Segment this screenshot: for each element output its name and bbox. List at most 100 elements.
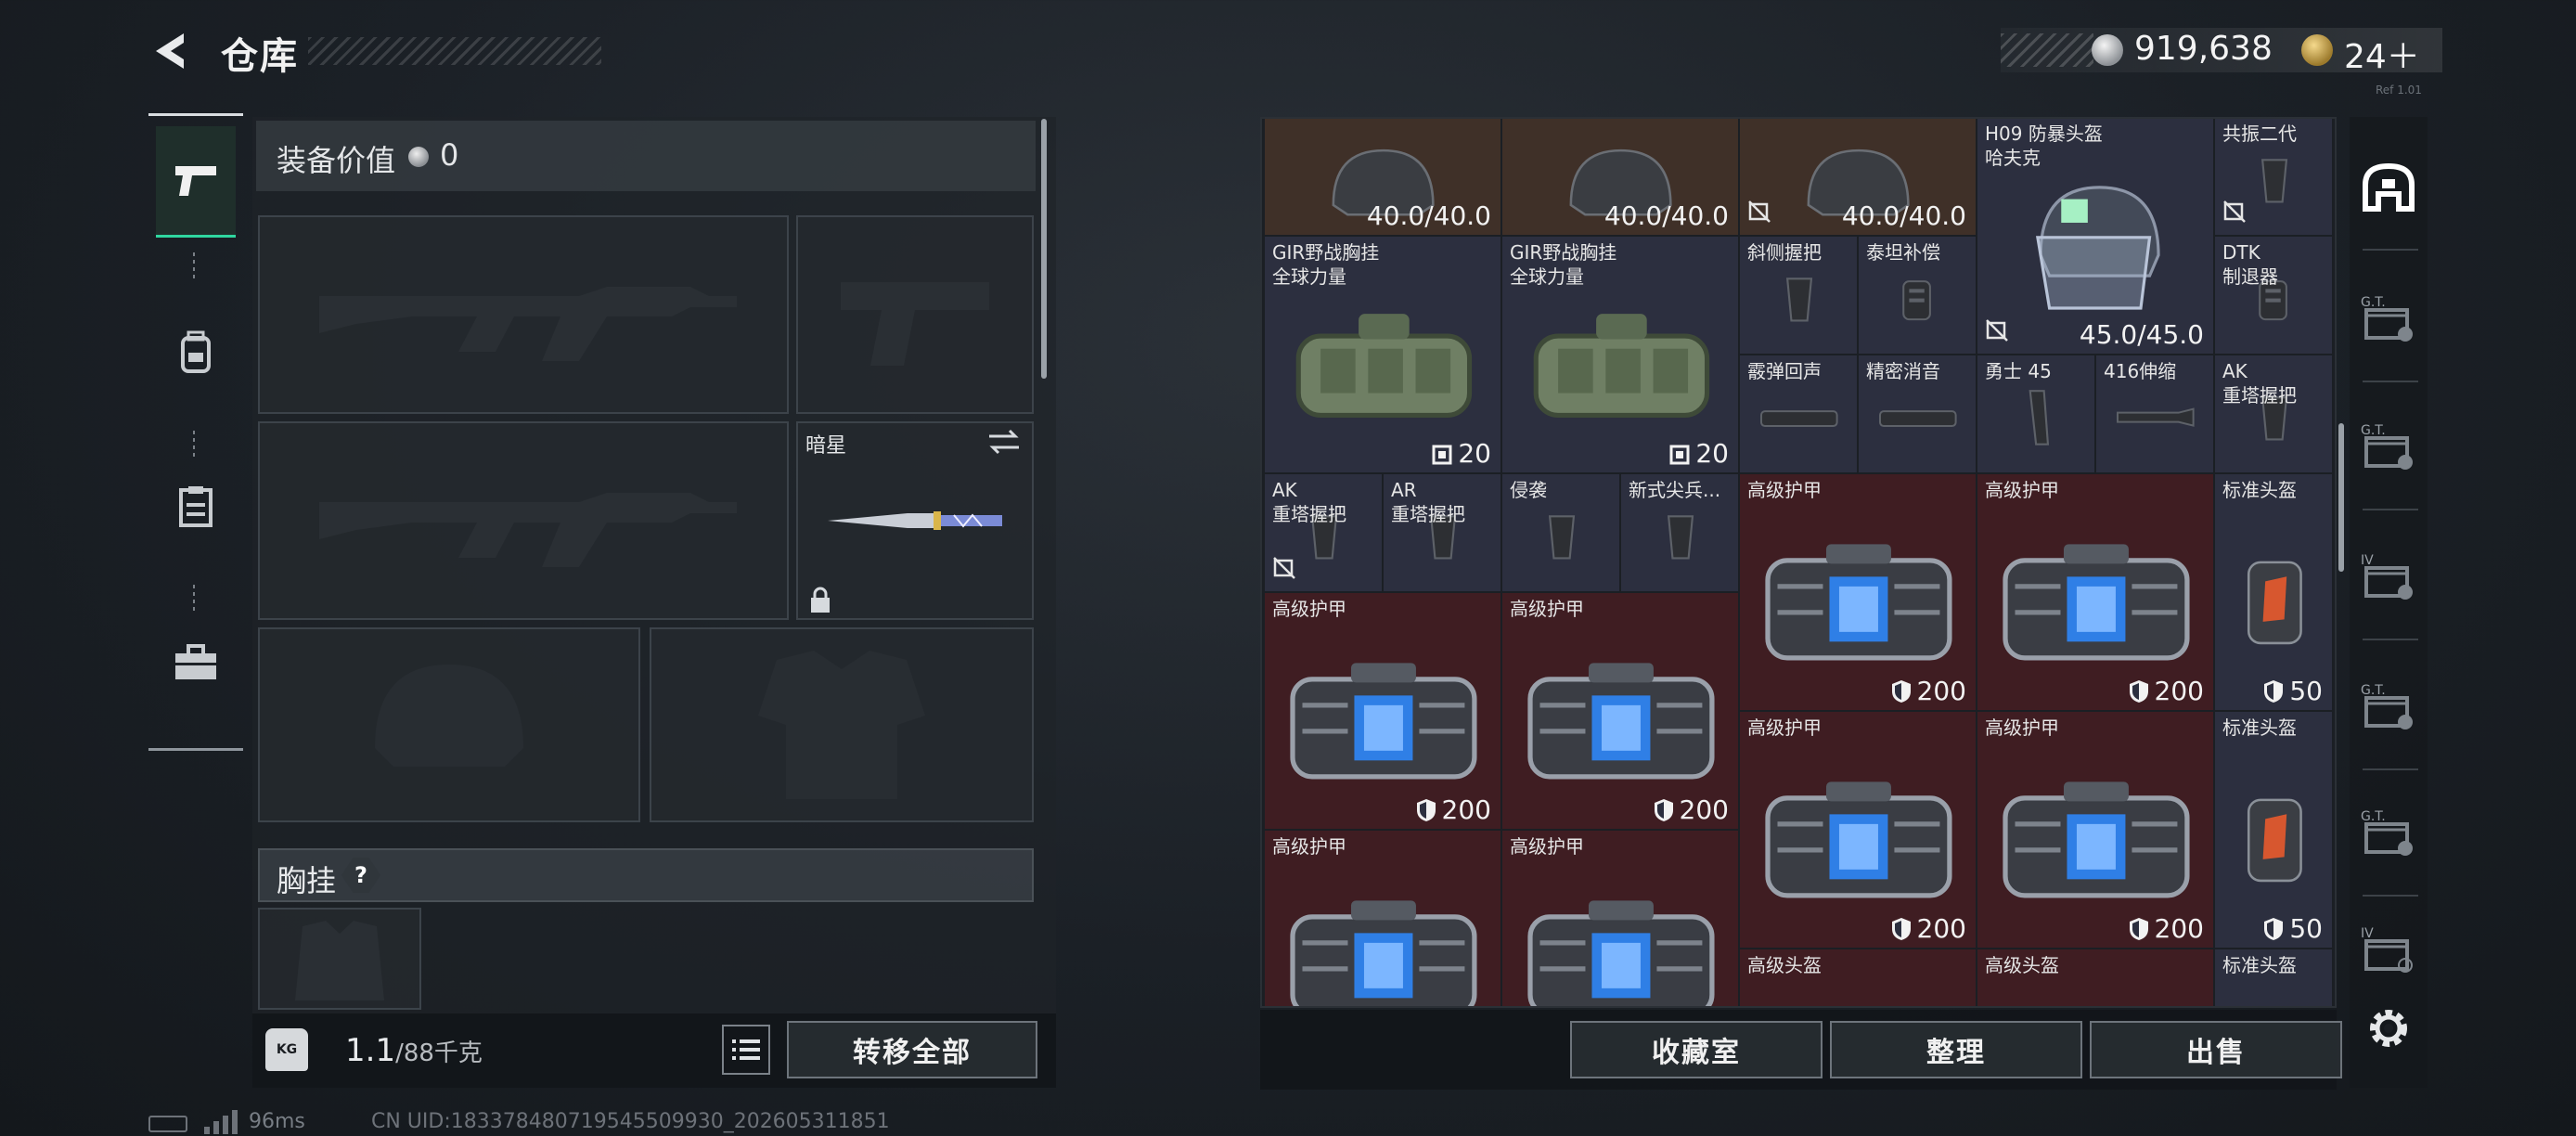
- storage-item-cell[interactable]: H09 防暴头盔 哈夫克 45.0/45.0: [1977, 119, 2214, 355]
- storage-item-cell[interactable]: 高级护甲 200: [1739, 473, 1977, 711]
- storage-item-cell[interactable]: 高级头盔: [1977, 949, 2214, 1006]
- item-value-text: 40.0/40.0: [1604, 200, 1729, 231]
- item-art: [1977, 740, 2213, 940]
- item-art: [1977, 378, 2094, 459]
- chest-rig-slot[interactable]: [258, 908, 421, 1010]
- item-value-text: 200: [1441, 794, 1491, 825]
- storage-item-cell[interactable]: 勇士 45: [1977, 355, 2095, 473]
- storage-item-cell[interactable]: AK 重塔握把: [2214, 355, 2333, 473]
- tab-vest[interactable]: [156, 451, 236, 562]
- swap-button[interactable]: [987, 429, 1021, 458]
- item-value: 200: [1891, 676, 1966, 706]
- list-view-button[interactable]: [722, 1025, 770, 1075]
- storage-item-cell[interactable]: 新式尖兵...: [1620, 473, 1739, 592]
- item-value: 40.0/40.0: [1604, 200, 1729, 231]
- armor-vest-icon: [1290, 663, 1477, 780]
- storage-item-cell[interactable]: 霰弹回声: [1739, 355, 1858, 473]
- crate-tag: IV: [2361, 926, 2374, 941]
- item-art: [1265, 265, 1501, 465]
- no-drop-icon: [1272, 556, 1296, 584]
- armor-shield-icon: [2264, 917, 2284, 940]
- item-value: 40.0/40.0: [1367, 200, 1491, 231]
- storage-item-cell[interactable]: 高级护甲 200: [1739, 711, 1977, 949]
- title-stripe-decoration: [308, 37, 601, 65]
- storage-item-cell[interactable]: 侵袭: [1501, 473, 1620, 592]
- item-name: 高级护甲: [1985, 479, 2059, 501]
- storage-item-cell[interactable]: 高级护甲 200: [1264, 592, 1501, 830]
- item-art: [1621, 497, 1738, 578]
- storage-item-cell[interactable]: 高级护甲 200: [1977, 711, 2214, 949]
- no-drop-icon: [2223, 200, 2246, 223]
- storage-item-cell[interactable]: 40.0/40.0: [1264, 119, 1501, 236]
- storage-item-cell[interactable]: 高级头盔: [1739, 949, 1977, 1006]
- storage-item-cell[interactable]: 高级护甲: [1501, 830, 1739, 1006]
- storage-tab-1[interactable]: [2353, 130, 2424, 245]
- rifle-silhouette-icon: [319, 493, 737, 567]
- storage-grid: 40.0/40.0 40.0/40.0 40.0/40.0 H09 防暴头盔 哈夫克 4…: [1260, 117, 2337, 1008]
- pistol-slot[interactable]: [796, 215, 1034, 414]
- tab-weapons[interactable]: [156, 126, 236, 238]
- tab-backpack[interactable]: [156, 297, 236, 408]
- battery-icon: [148, 1116, 187, 1132]
- storage-tab-3[interactable]: G.T.: [2353, 390, 2424, 505]
- storage-item-cell[interactable]: 40.0/40.0: [1739, 119, 1977, 236]
- storage-tab-5[interactable]: G.T.: [2353, 650, 2424, 765]
- tab-tools[interactable]: [156, 607, 236, 718]
- item-art: [1740, 740, 1976, 940]
- item-value-text: 200: [1916, 676, 1966, 706]
- storage-item-cell[interactable]: 标准头盔 50: [2214, 473, 2333, 711]
- storage-item-cell[interactable]: AK 重塔握把: [1264, 473, 1383, 592]
- crate-5-icon: G.T.: [2361, 809, 2416, 858]
- item-name: DTK 制退器: [2222, 241, 2278, 288]
- item-name: 高级护甲: [1985, 716, 2059, 739]
- sell-button[interactable]: 出售: [2090, 1021, 2342, 1078]
- armor-vest-icon: [1527, 663, 1715, 780]
- storage-item-cell[interactable]: 高级护甲: [1264, 830, 1501, 1006]
- settings-button[interactable]: [2363, 1002, 2415, 1054]
- back-button[interactable]: [147, 28, 193, 74]
- suppressor-icon: [1760, 410, 1838, 427]
- transfer-all-button[interactable]: 转移全部: [787, 1021, 1037, 1078]
- storage-item-cell[interactable]: 泰坦补偿: [1858, 236, 1977, 355]
- storage-item-cell[interactable]: 416伸缩: [2095, 355, 2214, 473]
- storage-item-cell[interactable]: 精密消音: [1858, 355, 1977, 473]
- item-value-text: 200: [2154, 913, 2204, 944]
- silver-coin-icon: [2092, 34, 2123, 66]
- storage-item-cell[interactable]: 标准头盔: [2214, 949, 2333, 1006]
- storage-tab-7[interactable]: IV: [2353, 893, 2424, 1008]
- storage-item-cell[interactable]: 共振二代: [2214, 119, 2333, 236]
- storage-item-cell[interactable]: 标准头盔 50: [2214, 711, 2333, 949]
- rail-top-line: [148, 113, 243, 116]
- storage-item-cell[interactable]: GIR野战胸挂 全球力量 20: [1264, 236, 1501, 473]
- storage-item-cell[interactable]: 斜侧握把: [1739, 236, 1858, 355]
- armor-slot[interactable]: [650, 627, 1034, 822]
- item-art: [1740, 259, 1857, 341]
- item-name: 高级护甲: [1272, 598, 1346, 620]
- storage-item-cell[interactable]: 高级护甲 200: [1977, 473, 2214, 711]
- secondary-weapon-slot[interactable]: [258, 421, 789, 620]
- item-art: [2215, 977, 2332, 1006]
- backpack-icon: [181, 330, 211, 373]
- storage-item-cell[interactable]: DTK 制退器: [2214, 236, 2333, 355]
- rail-divider: [193, 252, 195, 280]
- item-name: 泰坦补偿: [1866, 241, 1940, 264]
- storage-tab-2[interactable]: G.T.: [2353, 262, 2424, 377]
- primary-weapon-slot[interactable]: [258, 215, 789, 414]
- storage-tab-4[interactable]: IV: [2353, 520, 2424, 635]
- organize-button[interactable]: 整理: [1830, 1021, 2082, 1078]
- storage-item-cell[interactable]: AR 重塔握把: [1383, 473, 1501, 592]
- storage-item-cell[interactable]: 40.0/40.0: [1501, 119, 1739, 236]
- storage-item-cell[interactable]: GIR野战胸挂 全球力量 20: [1501, 236, 1739, 473]
- riot-helmet-icon: [2035, 185, 2160, 310]
- ticket-amount[interactable]: 24＋: [2344, 30, 2420, 78]
- loadout-scrollbar[interactable]: [1041, 119, 1047, 379]
- item-value: 40.0/40.0: [1842, 200, 1966, 231]
- helmet-slot[interactable]: [258, 627, 640, 822]
- storage-tab-6[interactable]: G.T.: [2353, 776, 2424, 891]
- collection-button[interactable]: 收藏室: [1570, 1021, 1823, 1078]
- storage-item-cell[interactable]: 高级护甲 200: [1501, 592, 1739, 830]
- armor-shield-icon: [1891, 917, 1911, 940]
- storage-scrollbar[interactable]: [2338, 423, 2344, 572]
- version-tag: Ref 1.01: [2376, 84, 2422, 97]
- armor-vest-icon: [2003, 544, 2190, 661]
